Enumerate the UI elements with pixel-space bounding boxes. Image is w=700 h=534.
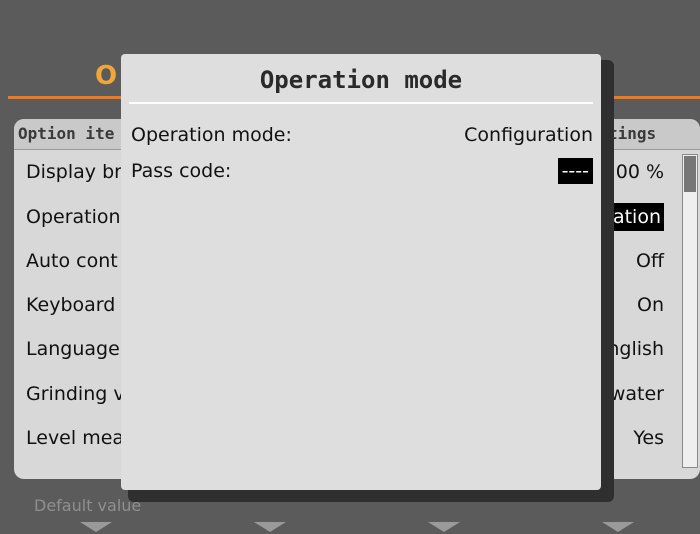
softkey-default-value-label: Default value — [34, 496, 142, 515]
operation-mode-label: Operation mode: — [131, 124, 292, 146]
scrollbar-thumb[interactable] — [684, 156, 696, 192]
column-header-option-item: Option ite — [14, 119, 128, 150]
option-value: Yes — [633, 427, 664, 449]
dialog-title: Operation mode — [259, 66, 463, 94]
option-label: Keyboard — [26, 294, 116, 316]
dialog-title-divider — [129, 102, 593, 104]
option-label: Auto cont — [26, 250, 118, 272]
option-label: Language: — [26, 338, 126, 360]
operation-mode-row[interactable]: Operation mode: Configuration — [131, 122, 593, 148]
softkey-2-arrow-icon[interactable] — [254, 522, 286, 532]
option-label: Level mea — [26, 427, 125, 449]
column-header-settings: tings — [604, 119, 700, 150]
pass-code-label: Pass code: — [131, 160, 232, 182]
softkey-3-arrow-icon[interactable] — [428, 522, 460, 532]
device-screen: O Option ite tings Display br 100 % Oper… — [0, 0, 700, 534]
background-page-title: O — [95, 61, 118, 91]
pass-code-row[interactable]: Pass code: ---- — [131, 158, 593, 184]
panel-scrollbar[interactable] — [682, 154, 698, 468]
softkey-1-arrow-icon[interactable] — [80, 522, 112, 532]
option-label: Display br — [26, 161, 122, 183]
option-value: On — [637, 294, 664, 316]
option-value: water — [609, 383, 664, 405]
option-label: Grinding v — [26, 383, 125, 405]
option-value: nglish — [607, 338, 664, 360]
operation-mode-value[interactable]: Configuration — [464, 122, 593, 148]
pass-code-input[interactable]: ---- — [557, 158, 593, 184]
operation-mode-dialog: Operation mode Operation mode: Configura… — [121, 54, 601, 490]
softkey-4-arrow-icon[interactable] — [602, 522, 634, 532]
option-value: Off — [635, 250, 664, 272]
option-label: Operation — [26, 206, 121, 228]
